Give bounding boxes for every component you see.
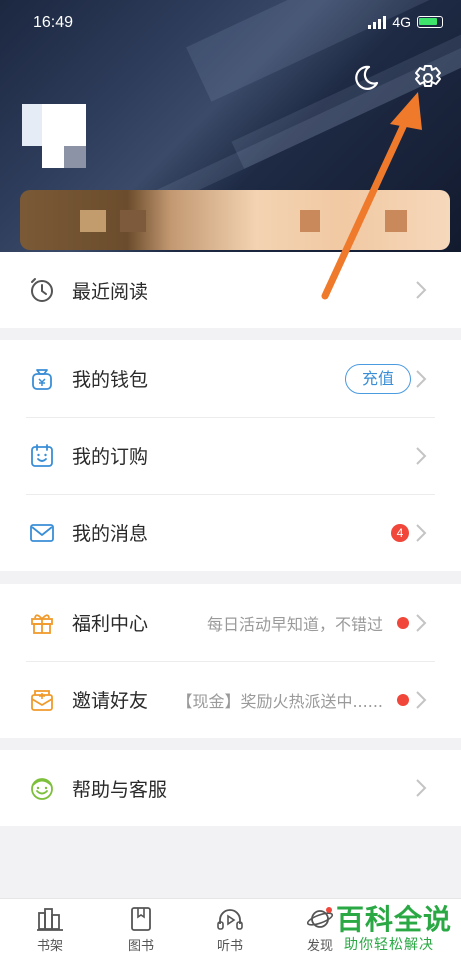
battery-icon bbox=[417, 16, 443, 28]
settings-button[interactable] bbox=[412, 62, 444, 94]
wallet-icon bbox=[32, 368, 52, 390]
watermark-title: 百科全说 bbox=[336, 903, 453, 936]
chevron-right-icon bbox=[416, 523, 427, 542]
menu-item-welfare-center[interactable]: 福利中心 每日活动早知道，不错过 bbox=[0, 584, 461, 661]
clock-icon bbox=[31, 278, 53, 302]
menu-item-invite-friends[interactable]: 邀请好友 【现金】奖励火热派送中...... bbox=[0, 661, 461, 738]
avatar-pixel bbox=[22, 104, 42, 146]
avatar[interactable] bbox=[22, 104, 86, 168]
mail-icon bbox=[30, 523, 54, 542]
invite-icon bbox=[31, 689, 53, 711]
menu-item-subscriptions[interactable]: 我的订购 bbox=[0, 417, 461, 494]
recent-group: 最近阅读 bbox=[0, 252, 461, 328]
chevron-right-icon bbox=[416, 690, 427, 709]
menu-label: 最近阅读 bbox=[72, 280, 149, 303]
red-dot-indicator bbox=[397, 693, 409, 706]
night-mode-button[interactable] bbox=[350, 62, 382, 94]
chevron-right-icon bbox=[416, 281, 427, 299]
tab-audiobooks[interactable]: 听书 bbox=[200, 905, 260, 954]
gift-icon bbox=[31, 613, 53, 634]
moon-icon bbox=[355, 65, 379, 90]
banner-pixel bbox=[80, 210, 106, 232]
headphone-play-icon bbox=[217, 909, 243, 930]
network-type: 4G bbox=[392, 14, 411, 30]
avatar-pixel bbox=[64, 146, 86, 168]
tab-bookshelf[interactable]: 书架 bbox=[20, 905, 80, 954]
menu-label: 邀请好友 bbox=[72, 690, 149, 712]
menu-hint: 【现金】奖励火热派送中...... bbox=[176, 691, 383, 711]
book-icon bbox=[131, 907, 151, 931]
help-group: 帮助与客服 bbox=[0, 750, 461, 826]
avatar-pixel bbox=[42, 104, 86, 146]
menu-item-recent-reading[interactable]: 最近阅读 bbox=[0, 252, 461, 328]
watermark-subtitle: 助你轻松解决 bbox=[344, 937, 434, 953]
tab-label: 书架 bbox=[36, 939, 63, 954]
red-dot-indicator bbox=[397, 616, 409, 629]
chevron-right-icon bbox=[416, 446, 427, 465]
avatar-pixel bbox=[42, 146, 64, 168]
menu-item-messages[interactable]: 我的消息 4 bbox=[0, 494, 461, 571]
calendar-smile-icon bbox=[31, 443, 53, 467]
menu-label: 我的钱包 bbox=[72, 369, 149, 391]
recharge-button[interactable]: 充值 bbox=[345, 363, 411, 394]
bookshelf-icon bbox=[37, 908, 63, 931]
menu-label: 福利中心 bbox=[72, 613, 149, 635]
banner-pixel bbox=[300, 210, 320, 232]
profile-header: 16:49 4G bbox=[0, 0, 461, 252]
menu-item-help-support[interactable]: 帮助与客服 bbox=[0, 750, 461, 826]
chevron-right-icon bbox=[416, 613, 427, 632]
menu-hint: 每日活动早知道，不错过 bbox=[206, 614, 383, 634]
support-face-icon bbox=[31, 778, 53, 800]
benefits-group: 福利中心 每日活动早知道，不错过 邀请好友 【现金】奖励火热派送中...... bbox=[0, 584, 461, 738]
banner-pixel bbox=[385, 210, 407, 232]
signal-icon bbox=[368, 15, 387, 29]
tab-books[interactable]: 图书 bbox=[111, 905, 171, 954]
tab-label: 图书 bbox=[127, 939, 154, 954]
unread-badge: 4 bbox=[391, 523, 409, 542]
account-group: 我的钱包 充值 我的订购 我的消息 4 bbox=[0, 340, 461, 571]
profile-banner[interactable] bbox=[20, 190, 450, 250]
status-indicators: 4G bbox=[368, 14, 443, 30]
menu-label: 帮助与客服 bbox=[72, 778, 168, 801]
chevron-right-icon bbox=[416, 779, 427, 797]
chevron-right-icon bbox=[416, 369, 427, 388]
status-time: 16:49 bbox=[33, 14, 74, 31]
banner-pixel bbox=[120, 210, 146, 232]
gear-icon bbox=[415, 65, 441, 87]
menu-label: 我的订购 bbox=[72, 446, 149, 468]
menu-label: 我的消息 bbox=[72, 523, 149, 545]
menu-item-wallet[interactable]: 我的钱包 充值 bbox=[0, 340, 461, 417]
status-bar: 16:49 4G bbox=[0, 0, 461, 48]
tab-label: 听书 bbox=[216, 939, 243, 954]
